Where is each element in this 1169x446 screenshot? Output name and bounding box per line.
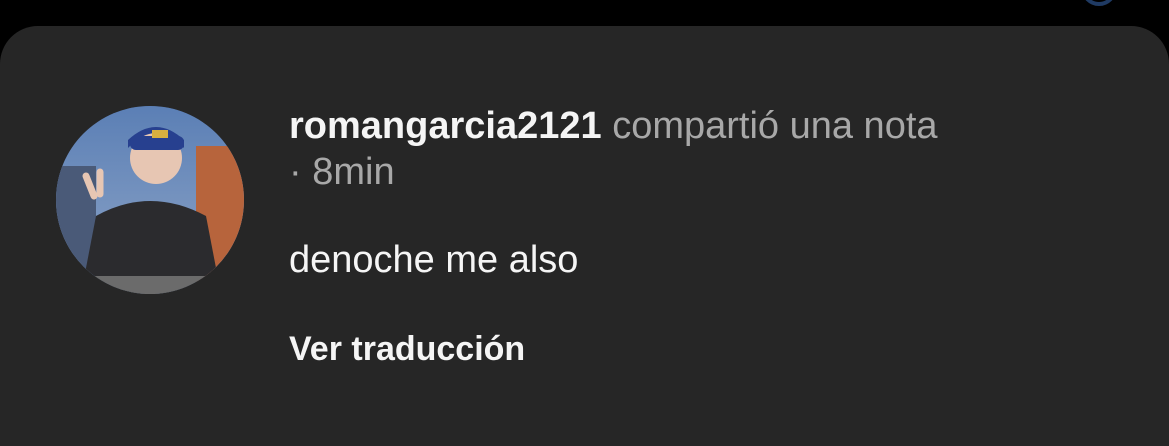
avatar-photo-icon (56, 106, 244, 294)
note-timestamp: · 8min (289, 151, 395, 193)
note-sheet: romangarcia2121 compartió una nota · 8mi… (0, 26, 1169, 446)
note-action-text: compartió una nota (601, 105, 938, 147)
note-body: denoche me also (289, 239, 579, 281)
note-header: romangarcia2121 compartió una nota (289, 103, 1089, 149)
note-content: romangarcia2121 compartió una nota · 8mi… (289, 103, 1089, 369)
see-translation-button[interactable]: Ver traducción (289, 329, 525, 369)
avatar[interactable] (56, 106, 244, 294)
username-link[interactable]: romangarcia2121 (289, 105, 602, 147)
partial-header-icon[interactable] (1081, 0, 1117, 6)
